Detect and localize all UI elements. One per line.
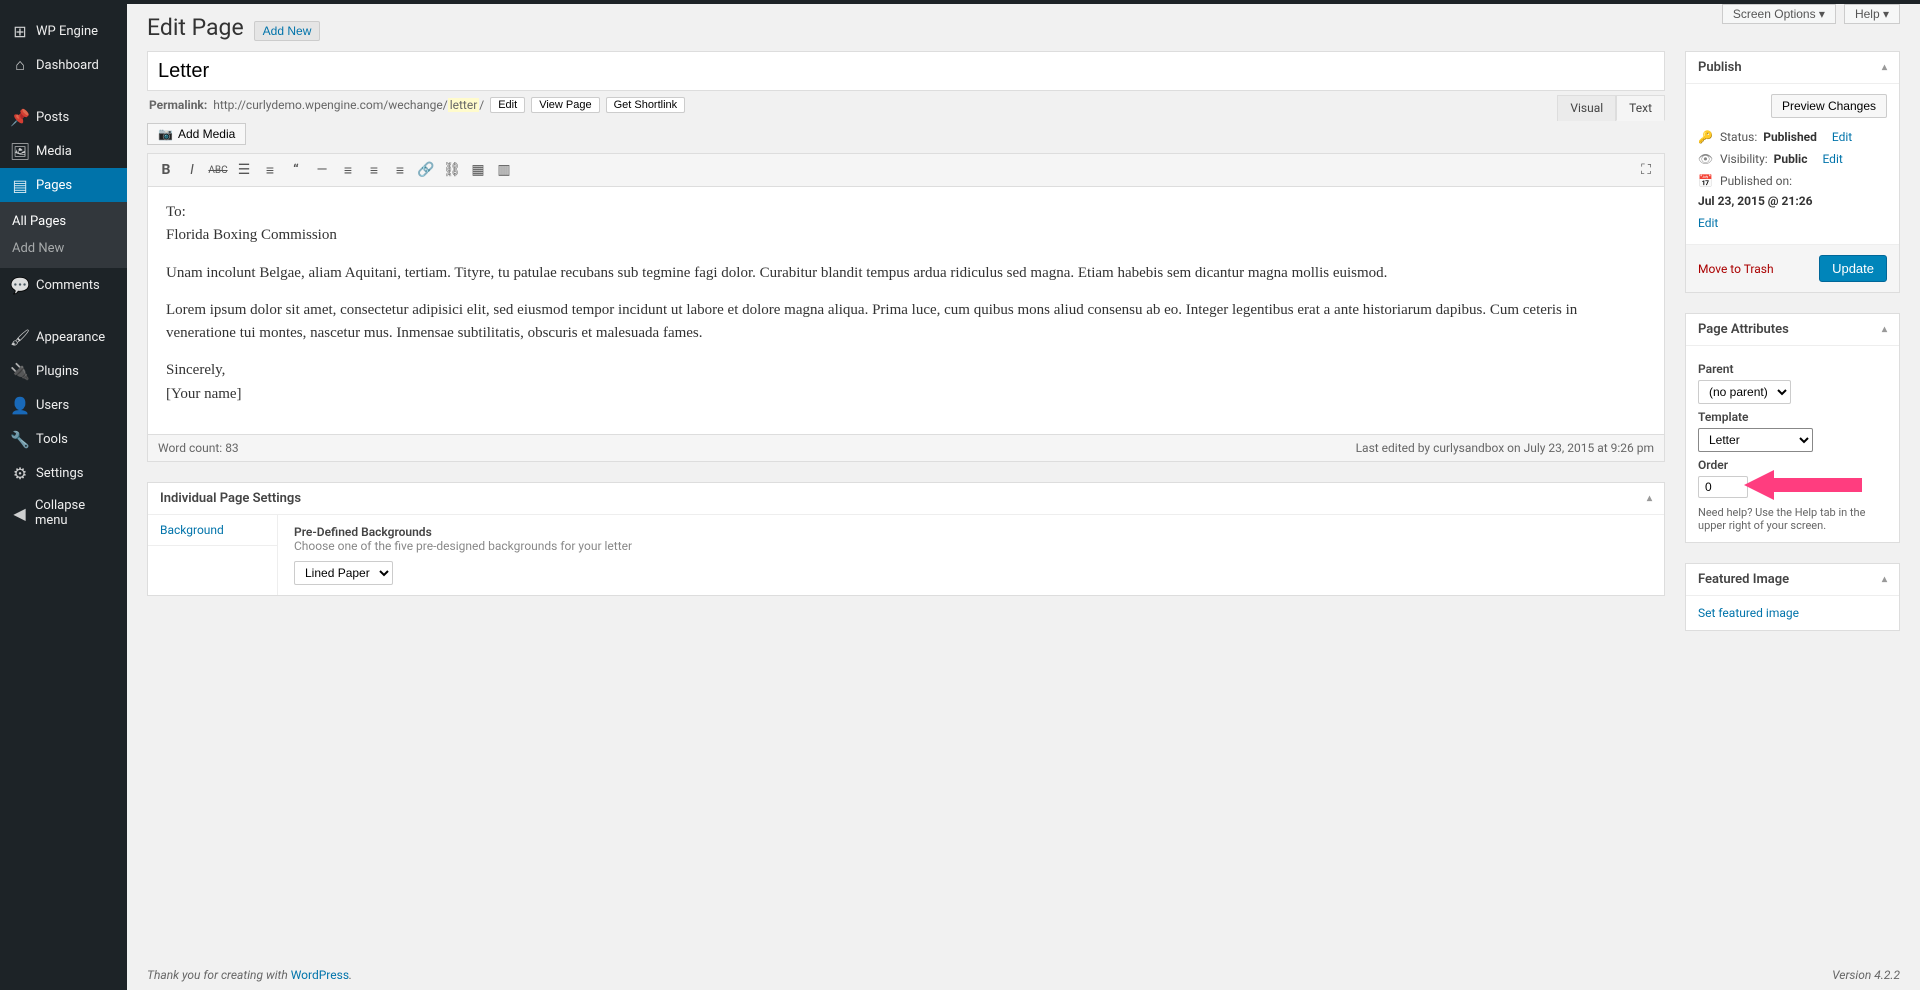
- sidebar-item-appearance[interactable]: 🖌Appearance: [0, 320, 127, 354]
- ips-panel-header[interactable]: Individual Page Settings▴: [148, 483, 1664, 515]
- align-left-button[interactable]: ≡: [336, 158, 360, 182]
- chevron-up-icon: ▴: [1647, 493, 1652, 504]
- admin-sidebar: ⊞WP Engine ⌂Dashboard 📌Posts 🖼Media ▤Pag…: [0, 0, 127, 990]
- bold-button[interactable]: B: [154, 158, 178, 182]
- admin-footer: Thank you for creating with WordPress. V…: [147, 968, 1900, 982]
- align-center-button[interactable]: ≡: [362, 158, 386, 182]
- toolbar-toggle-button[interactable]: ▥: [492, 158, 516, 182]
- editor-toolbar: B I ABC ☰ ≡ “ — ≡ ≡ ≡ 🔗 ⛓ ▦ ▥ ⛶: [148, 154, 1664, 187]
- sidebar-item-comments[interactable]: 💬Comments: [0, 268, 127, 302]
- word-count: Word count: 83: [158, 441, 239, 455]
- permalink-slug: letter: [448, 98, 480, 112]
- tools-icon: 🔧: [11, 430, 29, 448]
- individual-page-settings-panel: Individual Page Settings▴ Background Pre…: [147, 482, 1665, 596]
- sidebar-item-posts[interactable]: 📌Posts: [0, 100, 127, 134]
- sidebar-item-settings[interactable]: ⚙Settings: [0, 456, 127, 490]
- status-edit-link[interactable]: Edit: [1832, 130, 1852, 144]
- page-attributes-panel: Page Attributes▴ Parent (no parent) Temp…: [1685, 313, 1900, 543]
- users-icon: 👤: [11, 396, 29, 414]
- sidebar-item-collapse[interactable]: ◀Collapse menu: [0, 490, 127, 536]
- more-button[interactable]: ▦: [466, 158, 490, 182]
- ips-field-desc: Choose one of the five pre-designed back…: [294, 539, 1648, 553]
- view-page-button[interactable]: View Page: [531, 97, 599, 113]
- background-select[interactable]: Lined Paper: [294, 561, 393, 585]
- dashboard-icon: ⌂: [11, 56, 29, 74]
- ul-button[interactable]: ☰: [232, 158, 256, 182]
- sidebar-item-tools[interactable]: 🔧Tools: [0, 422, 127, 456]
- featured-panel-header[interactable]: Featured Image▴: [1686, 564, 1899, 596]
- pages-submenu: All Pages Add New: [0, 202, 127, 268]
- template-select[interactable]: Letter: [1698, 428, 1813, 452]
- comments-icon: 💬: [11, 276, 29, 294]
- add-media-button[interactable]: 📷Add Media: [147, 123, 246, 145]
- version-text: Version 4.2.2: [1832, 968, 1900, 982]
- get-shortlink-button[interactable]: Get Shortlink: [606, 97, 686, 113]
- italic-button[interactable]: I: [180, 158, 204, 182]
- visibility-edit-link[interactable]: Edit: [1822, 152, 1842, 166]
- sidebar-item-users[interactable]: 👤Users: [0, 388, 127, 422]
- chevron-up-icon: ▴: [1882, 62, 1887, 73]
- camera-icon: 📷: [158, 127, 173, 141]
- preview-changes-button[interactable]: Preview Changes: [1771, 94, 1887, 118]
- ips-field-label: Pre-Defined Backgrounds: [294, 525, 1648, 539]
- update-button[interactable]: Update: [1819, 255, 1887, 282]
- sidebar-item-pages[interactable]: ▤Pages: [0, 168, 127, 202]
- template-label: Template: [1698, 410, 1887, 424]
- featured-image-panel: Featured Image▴ Set featured image: [1685, 563, 1900, 631]
- editor-tab-text[interactable]: Text: [1616, 95, 1665, 121]
- publish-panel-header[interactable]: Publish▴: [1686, 52, 1899, 84]
- move-to-trash-link[interactable]: Move to Trash: [1698, 262, 1774, 276]
- calendar-icon: 📅: [1698, 174, 1714, 188]
- order-input[interactable]: [1698, 476, 1748, 498]
- quote-button[interactable]: “: [284, 158, 308, 182]
- date-edit-link[interactable]: Edit: [1698, 216, 1718, 230]
- appearance-icon: 🖌: [11, 328, 29, 346]
- key-icon: 🔑: [1698, 130, 1714, 144]
- post-title-input[interactable]: [147, 51, 1665, 91]
- add-new-button[interactable]: Add New: [254, 21, 321, 41]
- settings-icon: ⚙: [11, 464, 29, 482]
- pages-icon: ▤: [11, 176, 29, 194]
- sidebar-item-media[interactable]: 🖼Media: [0, 134, 127, 168]
- wpengine-icon: ⊞: [11, 22, 29, 40]
- unlink-button[interactable]: ⛓: [440, 158, 464, 182]
- set-featured-image-link[interactable]: Set featured image: [1698, 606, 1799, 620]
- sidebar-item-dashboard[interactable]: ⌂Dashboard: [0, 48, 127, 82]
- media-icon: 🖼: [11, 142, 29, 160]
- sidebar-item-plugins[interactable]: 🔌Plugins: [0, 354, 127, 388]
- wordpress-link[interactable]: WordPress: [291, 968, 349, 982]
- strike-button[interactable]: ABC: [206, 158, 230, 182]
- fullscreen-button[interactable]: ⛶: [1634, 158, 1658, 182]
- align-right-button[interactable]: ≡: [388, 158, 412, 182]
- visibility-icon: 👁: [1698, 152, 1714, 166]
- screen-options-button[interactable]: Screen Options ▾: [1722, 4, 1836, 24]
- content-editor: B I ABC ☰ ≡ “ — ≡ ≡ ≡ 🔗 ⛓ ▦ ▥ ⛶: [147, 153, 1665, 462]
- parent-label: Parent: [1698, 362, 1887, 376]
- page-title: Edit Page: [147, 14, 244, 41]
- last-edited: Last edited by curlysandbox on July 23, …: [1356, 441, 1654, 455]
- ol-button[interactable]: ≡: [258, 158, 282, 182]
- hr-button[interactable]: —: [310, 158, 334, 182]
- permalink-edit-button[interactable]: Edit: [490, 97, 525, 113]
- collapse-icon: ◀: [11, 504, 28, 522]
- submenu-add-new[interactable]: Add New: [0, 235, 127, 262]
- plugins-icon: 🔌: [11, 362, 29, 380]
- submenu-all-pages[interactable]: All Pages: [0, 208, 127, 235]
- help-button[interactable]: Help ▾: [1844, 4, 1900, 24]
- link-button[interactable]: 🔗: [414, 158, 438, 182]
- sidebar-item-wpengine[interactable]: ⊞WP Engine: [0, 14, 127, 48]
- chevron-up-icon: ▴: [1882, 324, 1887, 335]
- annotation-arrow: [1744, 468, 1864, 502]
- chevron-up-icon: ▴: [1882, 574, 1887, 585]
- attributes-panel-header[interactable]: Page Attributes▴: [1686, 314, 1899, 346]
- attributes-help-text: Need help? Use the Help tab in the upper…: [1698, 506, 1887, 532]
- parent-select[interactable]: (no parent): [1698, 380, 1791, 404]
- ips-tab-background[interactable]: Background: [148, 515, 277, 546]
- editor-tab-visual[interactable]: Visual: [1557, 95, 1616, 121]
- publish-panel: Publish▴ Preview Changes 🔑Status: Publis…: [1685, 51, 1900, 293]
- editor-content[interactable]: To:Florida Boxing Commission Unam incolu…: [148, 187, 1664, 434]
- permalink-label: Permalink:: [149, 98, 207, 112]
- pin-icon: 📌: [11, 108, 29, 126]
